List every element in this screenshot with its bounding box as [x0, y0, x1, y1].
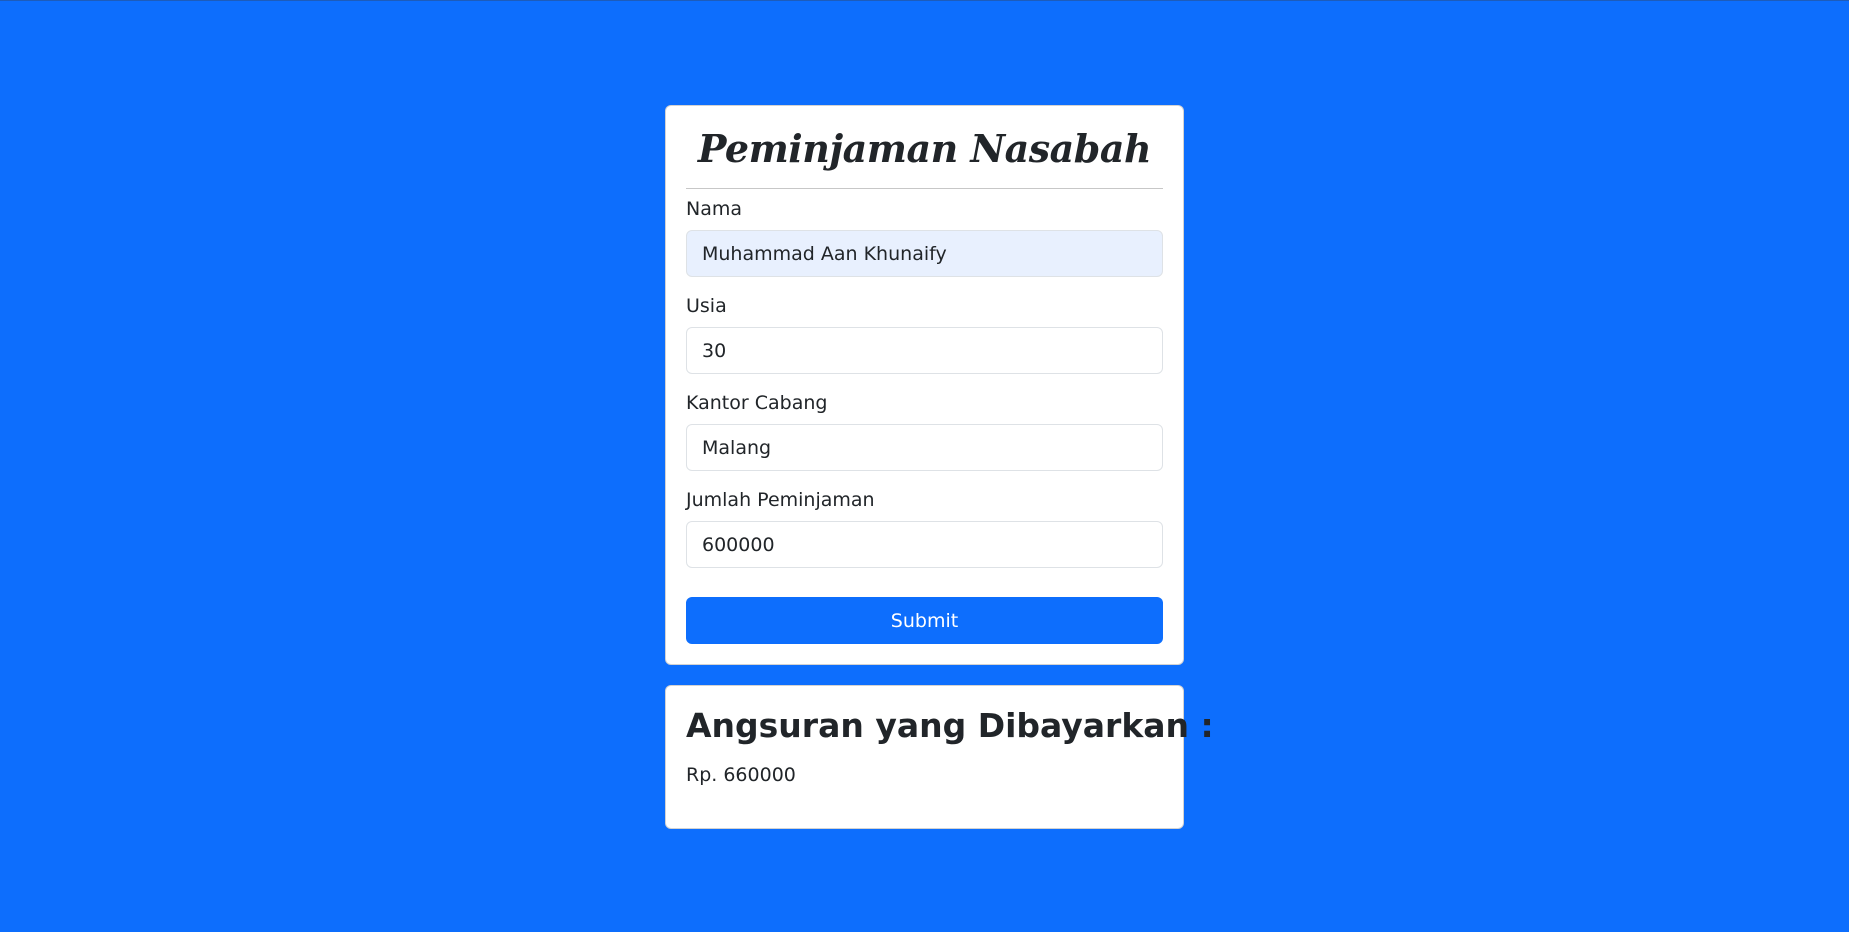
kantor-cabang-input[interactable] [686, 424, 1163, 471]
result-heading: Angsuran yang Dibayarkan : [686, 706, 1214, 745]
kantor-cabang-label: Kantor Cabang [686, 392, 828, 414]
submit-button[interactable]: Submit [686, 597, 1163, 644]
loan-form-card: Peminjaman Nasabah Nama Usia Kantor Caba… [665, 105, 1184, 665]
installment-value: Rp. 660000 [686, 764, 796, 786]
nama-field: Nama [686, 198, 1163, 278]
jumlah-peminjaman-input[interactable] [686, 521, 1163, 568]
jumlah-peminjaman-label: Jumlah Peminjaman [686, 489, 875, 511]
usia-input[interactable] [686, 327, 1163, 374]
nama-input[interactable] [686, 230, 1163, 277]
top-border-line [0, 0, 1849, 1]
kantor-cabang-field: Kantor Cabang [686, 392, 1163, 472]
title-divider [686, 188, 1163, 189]
usia-label: Usia [686, 295, 727, 317]
usia-field: Usia [686, 295, 1163, 375]
nama-label: Nama [686, 198, 743, 220]
jumlah-peminjaman-field: Jumlah Peminjaman [686, 489, 1163, 569]
result-card: Angsuran yang Dibayarkan : Rp. 660000 [665, 685, 1214, 829]
form-title: Peminjaman Nasabah [697, 126, 1152, 171]
